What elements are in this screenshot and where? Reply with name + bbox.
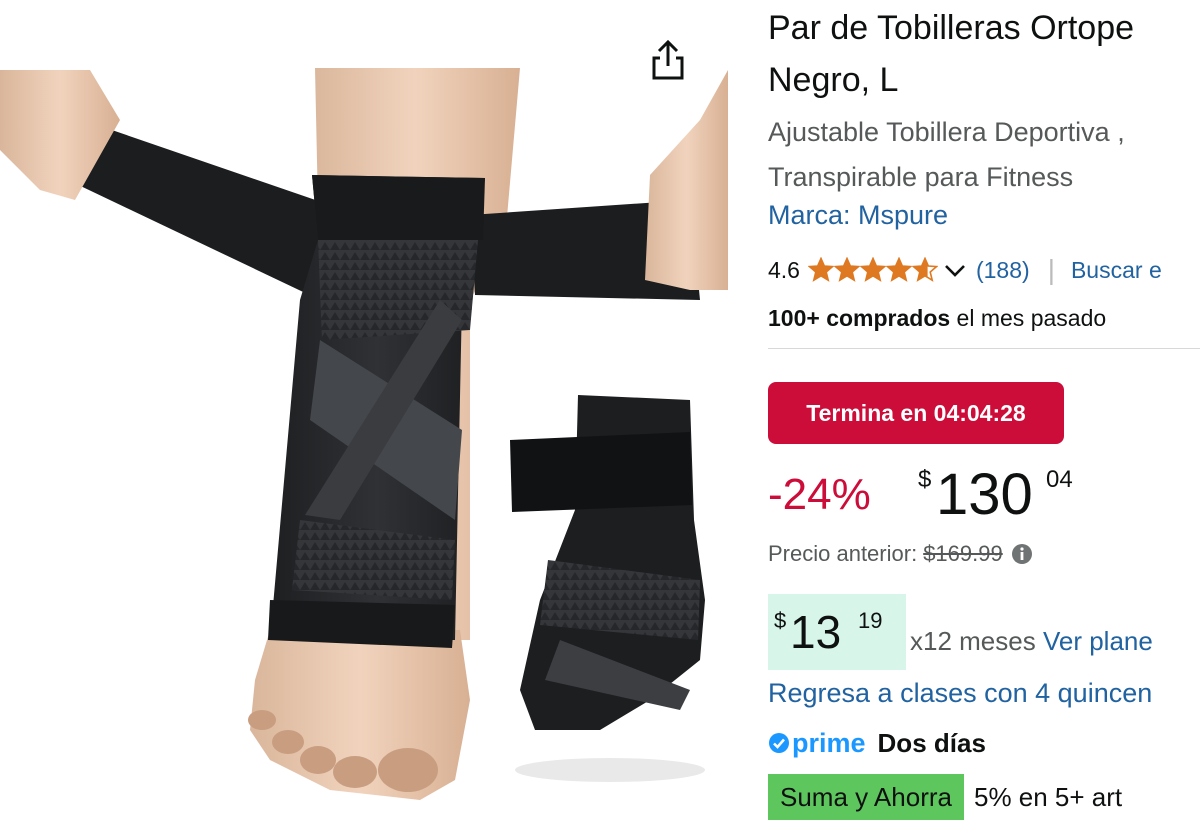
star-icon [833,257,860,282]
prime-check-icon [769,733,789,753]
product-subtitle: Ajustable Tobillera Deportiva , Transpir… [768,110,1200,200]
price-fraction: 04 [1046,466,1073,493]
prime-logo: prime [792,727,866,758]
save-more-row: Suma y Ahorra 5% en 5+ art [768,774,1122,820]
installment-fraction: 19 [858,608,883,633]
bought-count: 100+ comprados [768,305,951,331]
installment-terms: x12 meses Ver plane [910,626,1153,657]
star-icon [807,257,834,282]
star-icon [885,257,912,282]
save-more-text: 5% en 5+ art [973,781,1123,812]
previous-price-label: Precio anterior: [768,541,918,566]
delivery-speed: Dos días [877,727,986,758]
chevron-down-icon[interactable] [942,257,968,283]
brand-link[interactable]: Marca: Mspure [768,200,948,231]
product-subtitle-line: Ajustable Tobillera Deportiva , [768,117,1125,147]
installment-whole: 13 [790,606,842,658]
product-title: Par de Tobilleras Ortope Negro, L [768,2,1200,106]
product-detail-panel: Par de Tobilleras Ortope Negro, L Ajusta… [768,0,1200,837]
second-brace-illustration [510,395,705,782]
discount-percent: -24% [768,470,871,519]
view-plans-link[interactable]: Ver plane [1043,626,1153,656]
installment-symbol: $ [774,608,787,633]
star-icon [859,257,886,282]
price-whole: 130 [936,462,1033,527]
info-icon[interactable] [1011,543,1033,565]
share-button[interactable] [646,36,690,84]
product-title-line: Par de Tobilleras Ortope [768,9,1135,47]
rating-value: 4.6 [768,256,800,283]
previous-price: Precio anterior: $169.99 [768,541,1033,567]
bought-period: el mes pasado [950,305,1107,331]
rating-row: 4.6 (188) | Buscar e [768,254,1162,286]
section-divider [768,348,1200,349]
divider: | [1047,254,1055,285]
product-title-line: Negro, L [768,61,899,99]
installment-price-box: $ 13 19 [768,594,906,670]
product-subtitle-line: Transpirable para Fitness [768,162,1074,192]
installment-months: x12 meses [910,626,1043,656]
prime-delivery-row: prime Dos días [768,724,986,762]
search-this-page-link[interactable]: Buscar e [1071,257,1162,284]
product-image-panel [0,0,745,837]
star-rating[interactable] [807,257,938,283]
share-icon [652,39,684,80]
previous-price-value: $169.99 [923,541,1003,566]
ankle-brace-photo[interactable] [0,0,745,837]
price-symbol: $ [918,466,932,493]
promo-link[interactable]: Regresa a clases con 4 quincen [768,678,1152,709]
star-icon [911,257,938,282]
deal-timer-badge: Termina en 04:04:28 [768,382,1064,444]
save-more-badge[interactable]: Suma y Ahorra [768,774,964,820]
bought-in-past-month: 100+ comprados el mes pasado [768,305,1106,332]
ratings-count-link[interactable]: (188) [976,257,1030,284]
